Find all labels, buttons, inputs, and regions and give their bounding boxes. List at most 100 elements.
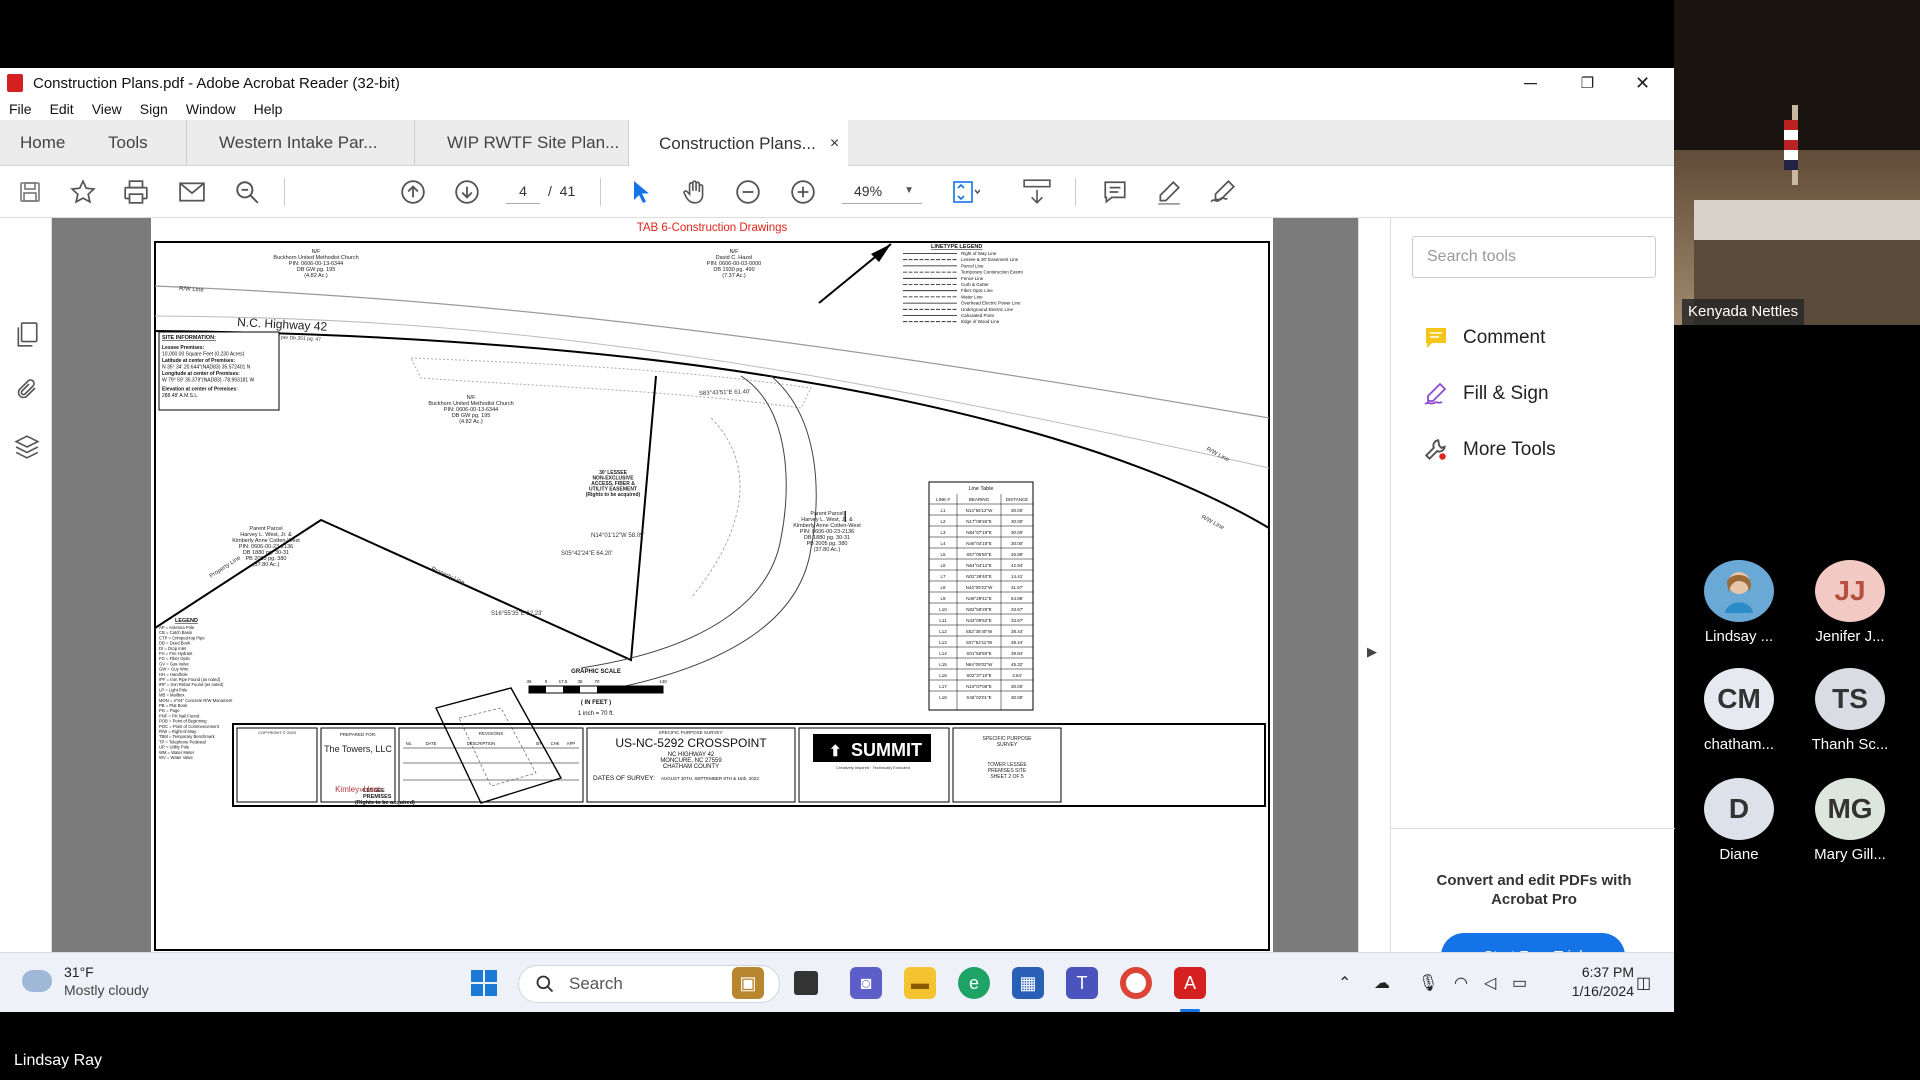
comment-tool[interactable]: Comment bbox=[1423, 323, 1545, 353]
search-tools-input[interactable]: Search tools bbox=[1412, 236, 1656, 278]
line-table: Line Table LINE # BEARING DISTANCE L1 N14°56… bbox=[928, 481, 1034, 711]
close-window-button[interactable]: ✕ bbox=[1615, 68, 1670, 98]
zoom-search-icon[interactable] bbox=[232, 178, 262, 206]
expand-right-pane-icon[interactable]: ▶ bbox=[1367, 644, 1377, 660]
more-tools[interactable]: More Tools bbox=[1423, 435, 1556, 465]
page-number-input[interactable]: 4 bbox=[506, 178, 540, 204]
zoom-in-icon[interactable] bbox=[788, 178, 818, 206]
acrobat-taskbar-icon[interactable]: A bbox=[1174, 967, 1206, 999]
scale-tick-label: 70 bbox=[594, 679, 600, 684]
participant-tile[interactable]: TS Thanh Sc... bbox=[1795, 668, 1905, 753]
tab-home[interactable]: Home bbox=[20, 120, 65, 166]
cloud-sync-icon[interactable]: ☁ bbox=[1374, 973, 1390, 993]
wifi-icon[interactable]: ◠ bbox=[1454, 973, 1468, 993]
participant-tile[interactable]: D Diane bbox=[1684, 778, 1794, 863]
chrome-icon[interactable] bbox=[1120, 967, 1152, 999]
line-table-cell: 45.32' bbox=[1011, 662, 1023, 667]
revision-header: APP bbox=[567, 741, 576, 746]
edge-browser-icon[interactable]: e bbox=[958, 967, 990, 999]
left-navigation-rail: ◀ bbox=[0, 218, 76, 952]
file-explorer-icon[interactable]: ▬ bbox=[904, 967, 936, 999]
menu-window[interactable]: Window bbox=[177, 101, 245, 117]
participant-tile[interactable]: JJ Jenifer J... bbox=[1795, 560, 1905, 645]
self-name-bar: Lindsay Ray bbox=[0, 1012, 1920, 1080]
volume-icon[interactable]: ◁ bbox=[1484, 973, 1496, 993]
property-line-label: Property Line bbox=[430, 566, 466, 586]
participant-tile[interactable]: CM chatham... bbox=[1684, 668, 1794, 753]
participant-name: Diane bbox=[1719, 846, 1759, 863]
hand-tool-icon[interactable] bbox=[680, 178, 710, 206]
parent-parcel-left: Parent Parcel Harvey L. West, Jr. & Kimber… bbox=[232, 526, 300, 568]
revision-header: DATE bbox=[426, 741, 437, 746]
teams-icon[interactable]: T bbox=[1066, 967, 1098, 999]
linetype-label: Edge of Wood Line bbox=[961, 319, 1000, 324]
comment-icon[interactable] bbox=[1100, 178, 1130, 206]
task-view-icon[interactable] bbox=[794, 971, 818, 995]
fit-page-icon[interactable] bbox=[951, 178, 981, 206]
system-clock[interactable]: 6:37 PM 1/16/2024 bbox=[1542, 963, 1634, 1001]
minimize-button[interactable]: ─ bbox=[1503, 68, 1558, 98]
battery-icon[interactable]: ▭ bbox=[1512, 973, 1527, 993]
layers-icon[interactable] bbox=[14, 434, 40, 460]
avatar: JJ bbox=[1815, 560, 1885, 622]
email-icon[interactable] bbox=[177, 178, 207, 206]
toolbar: 4 / 41 49% ▼ bbox=[0, 166, 1674, 218]
teams-chat-icon[interactable]: ◙ bbox=[850, 967, 882, 999]
line-table-cell: L2 bbox=[940, 519, 946, 524]
notification-icon[interactable]: ◫ bbox=[1636, 973, 1651, 993]
line-table-cell: N43°09'22"W bbox=[966, 585, 994, 590]
speaker-video[interactable]: Kenyada Nettles bbox=[1674, 0, 1920, 325]
zoom-out-icon[interactable] bbox=[733, 178, 763, 206]
menu-sign[interactable]: Sign bbox=[131, 101, 177, 117]
select-cursor-icon[interactable] bbox=[626, 178, 656, 206]
search-icon bbox=[536, 975, 554, 993]
sign-icon[interactable] bbox=[1208, 178, 1238, 206]
linetype-label: Underground Electric Line bbox=[961, 307, 1014, 312]
windows-start-icon[interactable] bbox=[468, 967, 500, 999]
linetype-label: Water Line bbox=[961, 294, 983, 299]
tab-close-button[interactable]: × bbox=[830, 135, 839, 153]
page-total: 41 bbox=[559, 183, 576, 199]
document-viewport[interactable]: TAB 6-Construction Drawings N.C. Highway… bbox=[52, 218, 1390, 952]
microsoft-store-icon[interactable]: ▦ bbox=[1012, 967, 1044, 999]
menu-file[interactable]: File bbox=[0, 101, 41, 117]
attachments-icon[interactable] bbox=[14, 376, 40, 402]
menu-edit[interactable]: Edit bbox=[41, 101, 83, 117]
windows-taskbar: 31°F Mostly cloudy Search ▣ ◙ ▬ e ▦ T A … bbox=[0, 952, 1674, 1012]
page-thumbnails-icon[interactable] bbox=[14, 322, 40, 348]
line-table-cell: L13 bbox=[939, 640, 947, 645]
restore-button[interactable]: ❐ bbox=[1560, 68, 1615, 98]
line-table-cell: 39.84' bbox=[1011, 651, 1023, 656]
chevron-up-icon[interactable]: ⌃ bbox=[1338, 973, 1351, 993]
line-table-cell: N17°09'26"E bbox=[966, 519, 992, 524]
tab-wip-rwtf[interactable]: WIP RWTF Site Plan... bbox=[414, 120, 628, 166]
microphone-icon[interactable]: 🎙 bbox=[1418, 973, 1438, 993]
participant-tile[interactable]: Lindsay ... bbox=[1684, 560, 1794, 645]
bookmark-star-icon[interactable] bbox=[68, 178, 98, 206]
tab-western-intake[interactable]: Western Intake Par... bbox=[186, 120, 414, 166]
weather-widget[interactable]: 31°F Mostly cloudy bbox=[22, 963, 149, 999]
linetype-label: Fiber Optic Line bbox=[961, 288, 993, 293]
menu-view[interactable]: View bbox=[83, 101, 131, 117]
scroll-mode-icon[interactable] bbox=[1022, 178, 1052, 206]
chevron-down-icon: ▼ bbox=[904, 185, 914, 196]
widgets-briefcase-icon[interactable]: ▣ bbox=[732, 967, 764, 999]
bearing-label: S16°55'35"E 62.23' bbox=[491, 611, 543, 617]
tab-construction-plans[interactable]: Construction Plans... × bbox=[628, 120, 848, 167]
fill-sign-tool[interactable]: Fill & Sign bbox=[1423, 379, 1549, 409]
site-info-title: SITE INFORMATION: bbox=[162, 335, 216, 341]
tab-tools[interactable]: Tools bbox=[108, 120, 148, 166]
next-page-icon[interactable] bbox=[452, 178, 482, 206]
zoom-level-select[interactable]: 49% ▼ bbox=[842, 178, 922, 204]
participant-tile[interactable]: MG Mary Gill... bbox=[1795, 778, 1905, 863]
save-icon[interactable] bbox=[15, 178, 45, 206]
menu-help[interactable]: Help bbox=[245, 101, 292, 117]
participant-name: Thanh Sc... bbox=[1811, 736, 1889, 753]
line-table-cell: 30.00' bbox=[1011, 530, 1023, 535]
highlight-pen-icon[interactable] bbox=[1154, 178, 1184, 206]
svg-text:( IN FEET ): ( IN FEET ) bbox=[581, 700, 611, 706]
svg-text:LINETYPE LEGEND: LINETYPE LEGEND bbox=[931, 244, 982, 250]
print-icon[interactable] bbox=[121, 178, 151, 206]
previous-page-icon[interactable] bbox=[398, 178, 428, 206]
svg-text:AUGUST 30TH, SEPTEMBER 8TH & 1: AUGUST 30TH, SEPTEMBER 8TH & 15th, 2023 bbox=[661, 776, 759, 781]
